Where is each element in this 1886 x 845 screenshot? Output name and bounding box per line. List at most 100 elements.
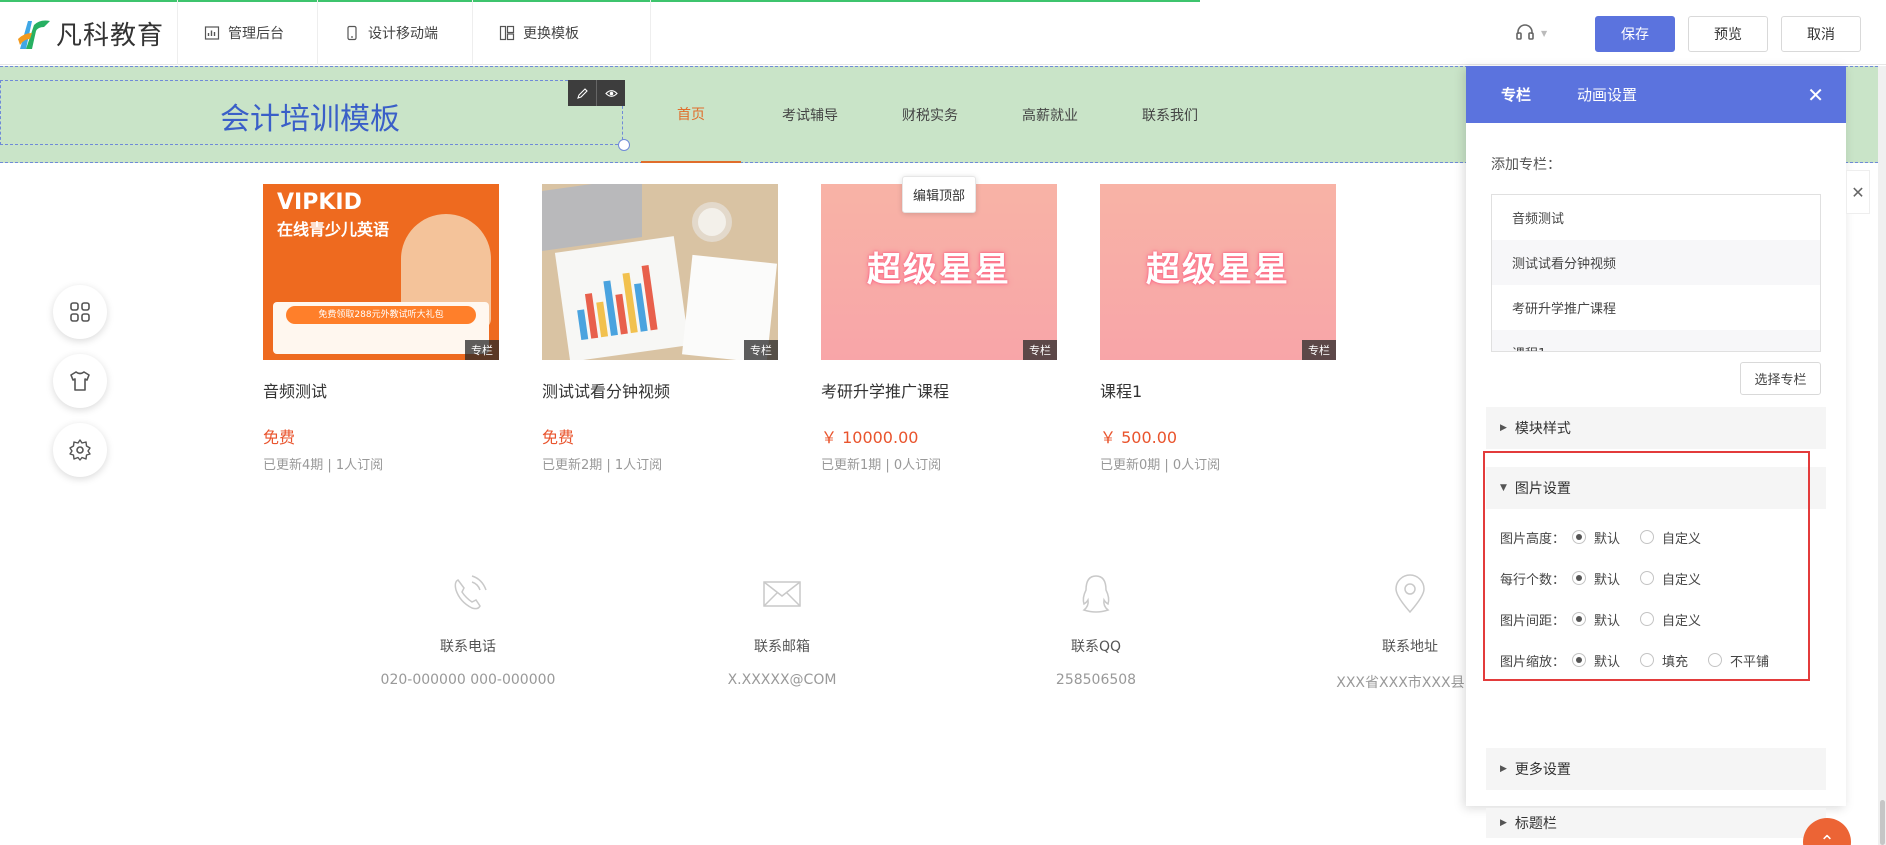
contact-phone-value: 020-000000 000-000000 xyxy=(380,672,556,688)
course-title[interactable]: 考研升学推广课程 xyxy=(821,378,1057,402)
nav-career[interactable]: 高薪就业 xyxy=(1000,66,1100,163)
course-meta: 已更新2期 | 1人订阅 xyxy=(542,458,663,473)
section-module-style[interactable]: ▶ 模块样式 xyxy=(1486,407,1826,449)
mail-icon xyxy=(763,581,801,607)
modules-button[interactable] xyxy=(53,285,107,339)
element-edit-tools xyxy=(568,80,625,106)
course-price: 免费 xyxy=(542,428,575,447)
vip-promo-text: 免费领取288元外教试听大礼包 xyxy=(286,306,476,324)
course-card[interactable]: 超级星星 专栏 课程1 ￥ 500.00 已更新0期 | 0人订阅 xyxy=(1100,184,1336,473)
list-item[interactable]: 测试试看分钟视频 xyxy=(1492,240,1820,285)
chart-paper xyxy=(554,236,690,360)
toolbar-admin-label: 管理后台 xyxy=(228,25,284,42)
close-icon[interactable]: ✕ xyxy=(1807,83,1824,107)
contact-address-label: 联系地址 xyxy=(1382,639,1438,655)
nav-contact[interactable]: 联系我们 xyxy=(1120,66,1220,163)
site-title[interactable]: 会计培训模板 xyxy=(220,94,400,138)
radio-default[interactable]: 默认 xyxy=(1572,651,1620,670)
section-module-style-label: 模块样式 xyxy=(1514,421,1571,437)
cancel-button[interactable]: 取消 xyxy=(1781,16,1861,52)
toolbar-admin[interactable]: 管理后台 xyxy=(177,0,310,65)
radio-default[interactable]: 默认 xyxy=(1572,610,1620,629)
edit-header-tooltip[interactable]: 编辑顶部 xyxy=(902,176,977,213)
phone-icon xyxy=(454,575,487,610)
coffee-cup xyxy=(692,202,732,242)
mobile-icon xyxy=(347,25,357,40)
list-item[interactable]: 音频测试 xyxy=(1492,195,1820,240)
tab-animation[interactable]: 动画设置 xyxy=(1577,84,1637,105)
course-title[interactable]: 测试试看分钟视频 xyxy=(542,378,778,402)
save-button[interactable]: 保存 xyxy=(1595,16,1675,52)
section-more-settings-label: 更多设置 xyxy=(1514,762,1571,778)
radio-custom[interactable]: 自定义 xyxy=(1640,569,1701,588)
headset-icon xyxy=(1516,24,1534,40)
course-image[interactable]: 专栏 xyxy=(542,184,778,360)
course-price: ￥ 500.00 xyxy=(1100,428,1178,447)
radio-default[interactable]: 默认 xyxy=(1572,528,1620,547)
select-column-button[interactable]: 选择专栏 xyxy=(1740,362,1821,395)
template-icon xyxy=(499,25,515,40)
image-scale-label: 图片缩放： xyxy=(1500,654,1566,670)
radio-custom[interactable]: 自定义 xyxy=(1640,528,1701,547)
chevron-down-icon: ▼ xyxy=(1541,28,1548,38)
contact-email: 联系邮箱 X.XXXXX@COM xyxy=(677,572,887,688)
section-more-settings[interactable]: ▶ 更多设置 xyxy=(1486,748,1826,790)
grid-icon xyxy=(70,302,90,322)
eye-icon[interactable] xyxy=(596,80,625,106)
preview-button[interactable]: 预览 xyxy=(1688,16,1768,52)
per-row-count-label: 每行个数： xyxy=(1500,572,1566,588)
image-spacing-label: 图片间距： xyxy=(1500,613,1566,629)
chart-icon xyxy=(204,25,220,40)
section-title-bar-label: 标题栏 xyxy=(1514,816,1557,832)
settings-button[interactable] xyxy=(53,423,107,477)
nav-tax[interactable]: 财税实务 xyxy=(880,66,980,163)
page-scrollbar[interactable] xyxy=(1878,66,1886,845)
image-scale-row: 图片缩放： 默认 填充 不平铺 xyxy=(1500,648,1789,672)
radio-custom[interactable]: 自定义 xyxy=(1640,610,1701,629)
course-title[interactable]: 课程1 xyxy=(1100,378,1336,402)
toolbar-template-label: 更换模板 xyxy=(523,25,579,42)
edit-pencil-icon[interactable] xyxy=(568,80,596,106)
course-card[interactable]: VIPKID 在线青少儿英语 免费领取288元外教试听大礼包 专栏 音频测试 免… xyxy=(263,184,499,473)
brand-logo[interactable]: 凡科教育 xyxy=(14,15,164,51)
panel-header: 专栏 动画设置 ✕ xyxy=(1466,66,1846,123)
course-meta: 已更新0期 | 0人订阅 xyxy=(1100,458,1221,473)
bar-chart-icon xyxy=(577,264,658,341)
column-tag: 专栏 xyxy=(744,340,778,360)
course-card[interactable]: 超级星星 专栏 考研升学推广课程 ￥ 10000.00 已更新1期 | 0人订阅 xyxy=(821,184,1057,473)
column-tag: 专栏 xyxy=(1302,340,1336,360)
radio-fill[interactable]: 填充 xyxy=(1640,651,1688,670)
nav-home[interactable]: 首页 xyxy=(641,66,741,163)
course-title[interactable]: 音频测试 xyxy=(263,378,499,402)
section-title-bar[interactable]: ▶ 标题栏 xyxy=(1486,808,1826,838)
column-list[interactable]: 音频测试 测试试看分钟视频 考研升学推广课程 课程1 xyxy=(1491,194,1821,352)
radio-default[interactable]: 默认 xyxy=(1572,569,1620,588)
laptop-shape xyxy=(542,184,642,252)
radio-no-tile[interactable]: 不平铺 xyxy=(1708,651,1769,670)
list-item[interactable]: 课程1 xyxy=(1492,330,1820,351)
course-meta: 已更新1期 | 0人订阅 xyxy=(821,458,942,473)
course-price: 免费 xyxy=(263,428,296,447)
panel-body: 添加专栏： 音频测试 测试试看分钟视频 考研升学推广课程 课程1 选择专栏 ▶ … xyxy=(1466,123,1846,843)
image-spacing-row: 图片间距： 默认 自定义 xyxy=(1500,607,1721,631)
support-menu[interactable]: ▼ xyxy=(1514,22,1547,44)
per-row-count-row: 每行个数： 默认 自定义 xyxy=(1500,566,1721,590)
resize-handle[interactable] xyxy=(618,139,630,151)
side-close-icon[interactable]: ✕ xyxy=(1846,170,1870,214)
caret-right-icon: ▶ xyxy=(1500,818,1507,828)
toolbar-divider xyxy=(650,0,651,65)
course-card[interactable]: 专栏 测试试看分钟视频 免费 已更新2期 | 1人订阅 xyxy=(542,184,778,473)
scrollbar-thumb[interactable] xyxy=(1880,800,1885,845)
add-column-label: 添加专栏： xyxy=(1491,157,1561,173)
toolbar-mobile[interactable]: 设计移动端 xyxy=(317,0,464,65)
course-meta: 已更新4期 | 1人订阅 xyxy=(263,458,384,473)
toolbar-template[interactable]: 更换模板 xyxy=(472,0,605,65)
course-image[interactable]: VIPKID 在线青少儿英语 免费领取288元外教试听大礼包 专栏 xyxy=(263,184,499,360)
tab-column[interactable]: 专栏 xyxy=(1501,84,1531,105)
nav-exam[interactable]: 考试辅导 xyxy=(760,66,860,163)
contact-address: 联系地址 XXX省XXX市XXX县XX xyxy=(1305,572,1465,692)
list-item[interactable]: 考研升学推广课程 xyxy=(1492,285,1820,330)
vip-headline-text: 在线青少儿英语 xyxy=(277,220,390,239)
course-image[interactable]: 超级星星 专栏 xyxy=(1100,184,1336,360)
theme-button[interactable] xyxy=(53,354,107,408)
